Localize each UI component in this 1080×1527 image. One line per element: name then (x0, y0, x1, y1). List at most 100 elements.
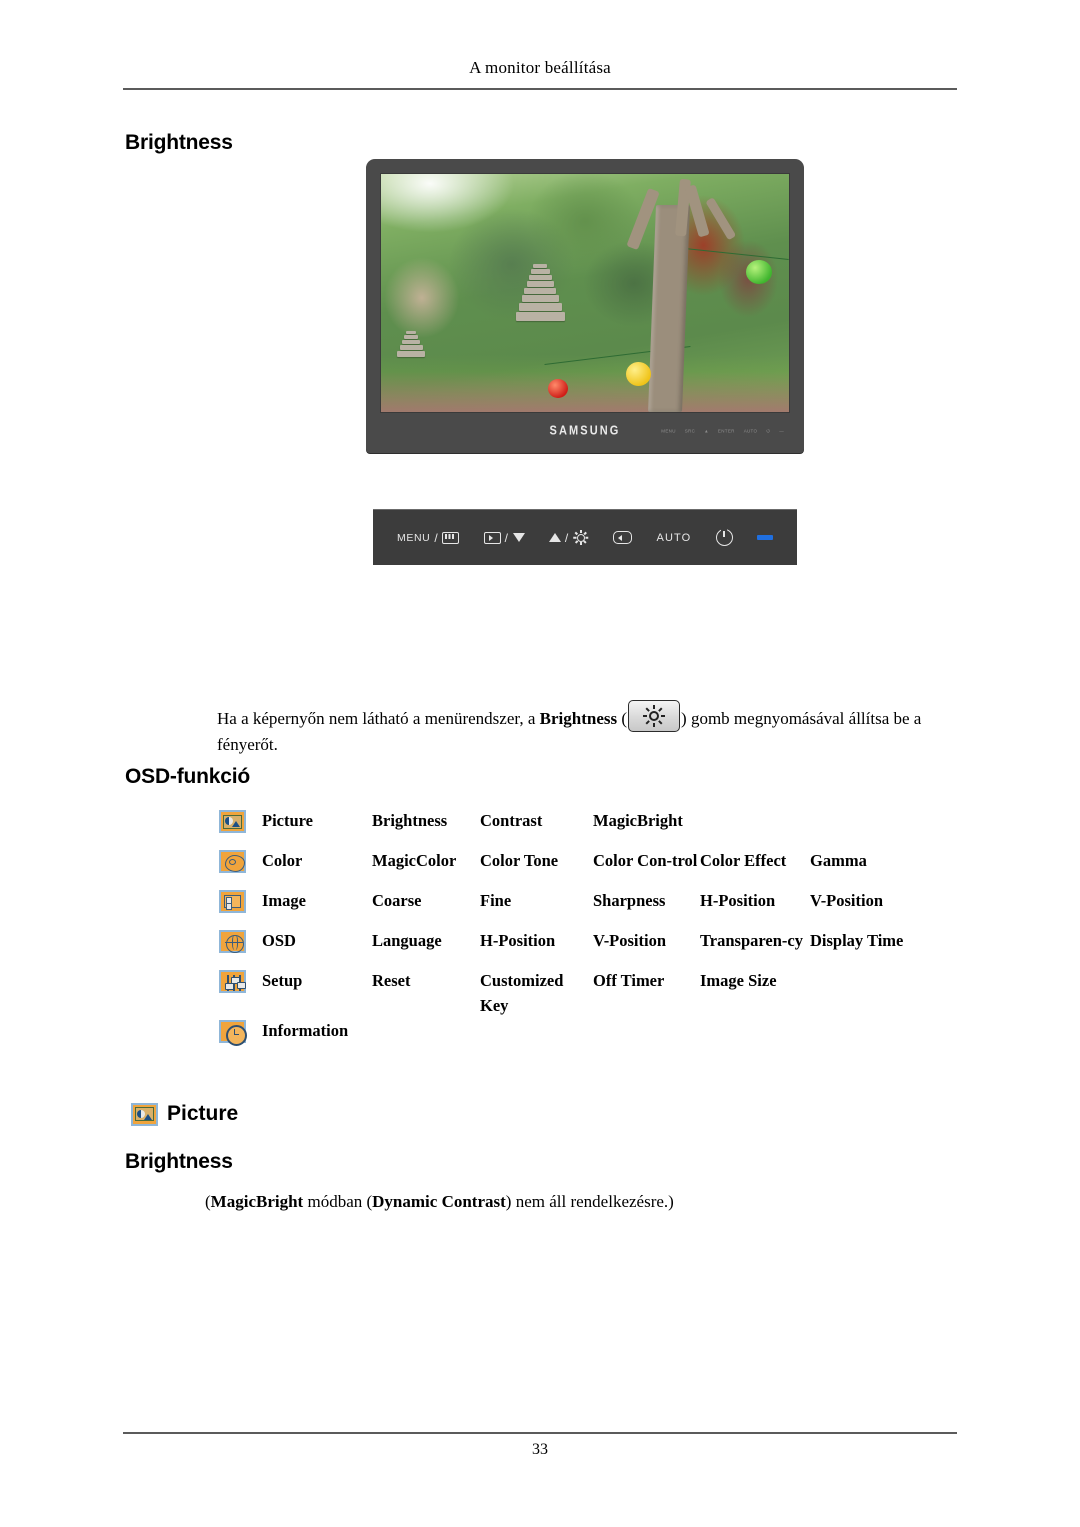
table-row: Image Coarse Fine Sharpness H-Position V… (219, 888, 959, 928)
osd-submenu-item: V-Position (593, 931, 667, 950)
bezel-key-labels: MENU SRC ▲ ENTER AUTO ⏻ — (661, 429, 784, 434)
pagoda-small (397, 331, 426, 358)
tree-branch (705, 197, 737, 241)
osd-submenu-item: Display Time (810, 931, 904, 950)
triangle-up-icon (548, 533, 561, 542)
section-title-osd-function: OSD-funkció (125, 765, 250, 788)
source-icon (483, 531, 501, 544)
monitor-screen (380, 173, 790, 413)
bezel-key: MENU (661, 428, 676, 434)
osd-submenu-item: Color Tone (480, 851, 559, 870)
brightness-sun-button-icon (628, 700, 681, 732)
enter-button[interactable] (613, 531, 633, 544)
enter-icon (613, 531, 633, 544)
monitor-illustration: SAMSUNG MENU SRC ▲ ENTER AUTO ⏻ — (366, 159, 804, 453)
table-row: Picture Brightness Contrast MagicBright (219, 808, 959, 848)
dynamic-contrast-term: Dynamic Contrast (372, 1192, 506, 1211)
osd-submenu-item: Sharpness (593, 891, 666, 910)
page-number: 33 (532, 1441, 548, 1458)
brightness-term: Brightness (539, 709, 618, 728)
setup-icon (219, 970, 246, 993)
up-brightness-button[interactable]: / (548, 530, 589, 546)
osd-submenu-item: Transparen-cy (700, 931, 803, 950)
osd-function-table: Picture Brightness Contrast MagicBright … (219, 808, 959, 1052)
picture-icon (131, 1102, 158, 1126)
osd-icon (219, 930, 246, 953)
osd-submenu-item: Off Timer (593, 971, 665, 990)
osd-submenu-item: Brightness (372, 811, 448, 830)
monitor-bezel: SAMSUNG MENU SRC ▲ ENTER AUTO ⏻ — (380, 413, 790, 449)
osd-menu-name: Color (262, 851, 303, 870)
pagoda-large (515, 264, 565, 322)
footer-divider (123, 1432, 957, 1434)
osd-menu-name: Information (262, 1021, 349, 1040)
source-down-button[interactable]: / (483, 530, 525, 545)
picture-heading-label: Picture (167, 1102, 239, 1125)
menu-button-label: MENU (397, 531, 431, 544)
power-led-icon (756, 535, 773, 540)
osd-menu-name: OSD (262, 931, 296, 950)
bezel-key: AUTO (743, 428, 758, 434)
lantern-green (746, 259, 773, 284)
osd-submenu-item: Customized Key (480, 971, 564, 1015)
page-title-brightness: Brightness (125, 131, 233, 154)
power-led-indicator (756, 535, 773, 540)
separator: / (564, 530, 569, 545)
color-icon (219, 850, 246, 873)
bezel-key: ENTER (717, 428, 735, 434)
header-divider (123, 88, 957, 90)
paragraph-part-2: ( (617, 709, 628, 728)
information-icon (219, 1020, 247, 1046)
bezel-key: ▲ (704, 428, 709, 434)
magicbright-note: (MagicBright módban (Dynamic Contrast) n… (205, 1192, 674, 1212)
auto-button[interactable]: AUTO (657, 532, 692, 544)
osd-submenu-item: MagicColor (372, 851, 457, 870)
table-row: OSD Language H-Position V-Position Trans… (219, 928, 959, 968)
osd-submenu-item: Language (372, 931, 442, 950)
separator: / (434, 530, 439, 545)
osd-submenu-item: Gamma (810, 851, 867, 870)
osd-menu-name: Picture (262, 811, 314, 830)
subsection-title-brightness: Brightness (125, 1150, 233, 1173)
osd-submenu-item: Fine (480, 891, 512, 910)
osd-submenu-item: V-Position (810, 891, 884, 910)
power-icon (715, 527, 733, 546)
note-mid-2: ) nem áll rendelkezésre.) (505, 1192, 674, 1211)
osd-submenu-item: Coarse (372, 891, 422, 910)
bezel-key: SRC (684, 428, 696, 434)
osd-menu-name: Setup (262, 971, 303, 990)
osd-submenu-item: Reset (372, 971, 411, 990)
osd-submenu-item: Color Effect (700, 851, 787, 870)
brightness-sun-icon (573, 530, 589, 546)
osd-submenu-item: MagicBright (593, 811, 683, 830)
auto-button-label: AUTO (656, 531, 692, 544)
magicbright-term: MagicBright (210, 1192, 304, 1211)
garden-photo (381, 174, 789, 412)
bezel-key: ⏻ (766, 428, 771, 434)
table-row: Information (219, 1018, 959, 1052)
power-button[interactable] (715, 527, 733, 546)
note-mid-1: módban ( (303, 1192, 373, 1211)
lantern-wire (675, 246, 789, 260)
osd-submenu-item: H-Position (700, 891, 776, 910)
samsung-logo: SAMSUNG (549, 424, 621, 438)
lantern-yellow (625, 362, 651, 387)
osd-submenu-item: Image Size (700, 971, 777, 990)
osd-submenu-item: Color Con-trol (593, 851, 698, 870)
bezel-key: — (779, 428, 784, 434)
separator: / (504, 530, 509, 545)
menu-bars-icon (442, 531, 460, 544)
menu-button[interactable]: MENU / (397, 530, 460, 545)
brightness-instruction-paragraph: Ha a képernyőn nem látható a menürendsze… (217, 700, 957, 758)
triangle-down-icon (512, 533, 525, 542)
image-icon (219, 890, 246, 913)
osd-submenu-item: H-Position (480, 931, 556, 950)
picture-icon (219, 810, 246, 833)
osd-submenu-item: Contrast (480, 811, 543, 830)
osd-menu-name: Image (262, 891, 306, 910)
monitor-control-panel: MENU / / / AUTO (373, 509, 797, 565)
paragraph-part-1: Ha a képernyőn nem látható a menürendsze… (217, 709, 540, 728)
table-row: Color MagicColor Color Tone Color Con-tr… (219, 848, 959, 888)
section-title-picture: Picture (131, 1102, 238, 1126)
lantern-red (548, 378, 569, 398)
